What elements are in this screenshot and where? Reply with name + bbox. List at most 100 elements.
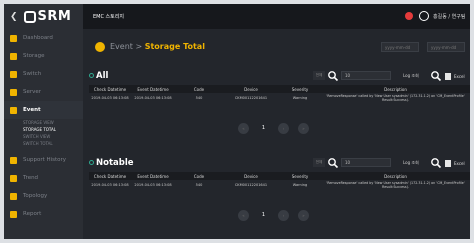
next-page-button[interactable]: › bbox=[278, 123, 289, 134]
sidebar-item-label: Report bbox=[23, 211, 42, 217]
alarm-icon[interactable] bbox=[405, 12, 413, 20]
filter-select[interactable]: 전체 bbox=[313, 158, 325, 167]
table-row[interactable]: 2019-04-03 06:13:08 2019-04-03 06:13:08 … bbox=[89, 93, 470, 103]
storage-tab[interactable]: EMC 스토리지 bbox=[93, 13, 124, 20]
column-header[interactable]: Check Datetime bbox=[89, 85, 131, 93]
user-name[interactable]: 홍길동 / 연구팀 bbox=[433, 13, 465, 20]
sidebar-item-event[interactable]: Event bbox=[4, 101, 83, 119]
device-cell: CKM00112201641 bbox=[223, 180, 279, 190]
sidebar-item-switch[interactable]: Switch bbox=[4, 65, 83, 83]
section-all: All 전체 10 Log 조회 Excel Check Datetime Eve… bbox=[83, 71, 470, 151]
check-datetime-cell: 2019-04-03 06:13:08 bbox=[89, 180, 131, 190]
date-to-field[interactable]: yyyy-mm-dd bbox=[427, 42, 465, 52]
event-table: Check Datetime Event Datetime Code Device Se… bbox=[89, 85, 470, 103]
topology-icon bbox=[10, 192, 17, 200]
filter-select[interactable]: 전체 bbox=[313, 71, 325, 80]
support-history-icon bbox=[10, 156, 17, 164]
search-input[interactable]: 10 bbox=[341, 158, 391, 167]
section-dot-icon bbox=[89, 73, 94, 78]
sidebar-subitem[interactable]: STORAGE VIEW bbox=[4, 119, 83, 126]
column-header[interactable]: Description bbox=[321, 85, 470, 93]
check-datetime-cell: 2019-04-03 06:13:08 bbox=[89, 93, 131, 103]
next-page-button[interactable]: › bbox=[278, 210, 289, 221]
sidebar-item-label: Support History bbox=[23, 157, 67, 163]
event-icon bbox=[10, 106, 17, 114]
breadcrumb-separator: > bbox=[135, 42, 145, 51]
description-cell: 'RemoveResponse' called by 'New User sys… bbox=[321, 93, 470, 103]
section-title: All bbox=[89, 71, 108, 81]
sidebar-subitem[interactable]: STORAGE TOTAL bbox=[4, 126, 83, 133]
table-header-row: Check Datetime Event Datetime Code Device Se… bbox=[89, 85, 470, 93]
event-icon bbox=[95, 42, 105, 52]
excel-icon bbox=[445, 72, 451, 80]
sidebar-item-dashboard[interactable]: Dashboard bbox=[4, 29, 83, 47]
column-header[interactable]: Severity bbox=[279, 85, 321, 93]
current-page[interactable]: 1 bbox=[258, 210, 269, 221]
table-row[interactable]: 2019-04-03 06:13:08 2019-04-03 06:13:08 … bbox=[89, 180, 470, 190]
log-search-icon[interactable] bbox=[430, 70, 442, 82]
device-cell: CKM00112201641 bbox=[223, 93, 279, 103]
excel-button[interactable]: Excel bbox=[445, 71, 470, 81]
column-header[interactable]: Severity bbox=[279, 172, 321, 180]
sidebar-item-label: Dashboard bbox=[23, 35, 53, 41]
log-search-icon[interactable] bbox=[430, 157, 442, 169]
user-icon[interactable] bbox=[419, 11, 429, 21]
current-page[interactable]: 1 bbox=[258, 123, 269, 134]
sidebar-item-label: Storage bbox=[23, 53, 45, 59]
section-notable: Notable 전체 10 Log 조회 Excel Check Datetim… bbox=[83, 158, 470, 238]
search-icon[interactable] bbox=[327, 157, 339, 169]
sidebar-nav: Dashboard Storage Switch Server Event STORAGE… bbox=[4, 29, 83, 223]
sidebar-item-label: Switch bbox=[23, 71, 42, 77]
column-header[interactable]: Code bbox=[175, 85, 223, 93]
sidebar-item-storage[interactable]: Storage bbox=[4, 47, 83, 65]
sidebar-item-server[interactable]: Server bbox=[4, 83, 83, 101]
code-cell: 540 bbox=[175, 180, 223, 190]
pagination: « 1 › » bbox=[238, 123, 309, 134]
storage-icon bbox=[10, 52, 17, 60]
section-title-text: All bbox=[96, 71, 109, 81]
sidebar-item-trend[interactable]: Trend bbox=[4, 169, 83, 187]
sidebar-subitem[interactable]: SWITCH VIEW bbox=[4, 133, 83, 140]
search-input[interactable]: 10 bbox=[341, 71, 391, 80]
last-page-button[interactable]: » bbox=[298, 210, 309, 221]
first-page-button[interactable]: « bbox=[238, 123, 249, 134]
section-dot-icon bbox=[89, 160, 94, 165]
server-icon bbox=[10, 88, 17, 96]
trend-icon bbox=[10, 174, 17, 182]
severity-cell: Warning bbox=[279, 180, 321, 190]
excel-button[interactable]: Excel bbox=[445, 158, 470, 168]
severity-cell: Warning bbox=[279, 93, 321, 103]
pagination: « 1 › » bbox=[238, 210, 309, 221]
column-header[interactable]: Description bbox=[321, 172, 470, 180]
event-datetime-cell: 2019-04-03 06:13:08 bbox=[131, 93, 175, 103]
event-table: Check Datetime Event Datetime Code Device Se… bbox=[89, 172, 470, 190]
column-header[interactable]: Device bbox=[223, 172, 279, 180]
log-label: Log 조회 bbox=[403, 160, 419, 165]
first-page-button[interactable]: « bbox=[238, 210, 249, 221]
sidebar-item-topology[interactable]: Topology bbox=[4, 187, 83, 205]
sidebar-item-label: Server bbox=[23, 89, 42, 95]
column-header[interactable]: Event Datetime bbox=[131, 85, 175, 93]
logo: SRM bbox=[37, 9, 72, 24]
sidebar-subitem[interactable]: SWITCH TOTAL bbox=[4, 140, 83, 147]
date-from-field[interactable]: yyyy-mm-dd bbox=[381, 42, 419, 52]
search-icon[interactable] bbox=[327, 70, 339, 82]
column-header[interactable]: Check Datetime bbox=[89, 172, 131, 180]
excel-label: Excel bbox=[454, 73, 465, 79]
description-cell: 'RemoveResponse' called by 'New User sys… bbox=[321, 180, 470, 190]
logo-bar: ❮ SRM bbox=[4, 4, 83, 29]
sidebar-item-support-history[interactable]: Support History bbox=[4, 151, 83, 169]
column-header[interactable]: Code bbox=[175, 172, 223, 180]
breadcrumb-parent[interactable]: Event bbox=[110, 42, 133, 51]
last-page-button[interactable]: » bbox=[298, 123, 309, 134]
code-cell: 540 bbox=[175, 93, 223, 103]
column-header[interactable]: Event Datetime bbox=[131, 172, 175, 180]
sidebar-item-report[interactable]: Report bbox=[4, 205, 83, 223]
column-header[interactable]: Device bbox=[223, 85, 279, 93]
top-bar: EMC 스토리지 홍길동 / 연구팀 bbox=[83, 4, 470, 29]
page-title: Storage Total bbox=[144, 42, 205, 51]
section-title: Notable bbox=[89, 158, 134, 168]
main-content: Event > Storage Total yyyy-mm-dd yyyy-mm… bbox=[83, 29, 470, 239]
back-icon[interactable]: ❮ bbox=[10, 12, 18, 22]
sidebar: ❮ SRM Dashboard Storage Switch Server Event S… bbox=[4, 4, 83, 239]
